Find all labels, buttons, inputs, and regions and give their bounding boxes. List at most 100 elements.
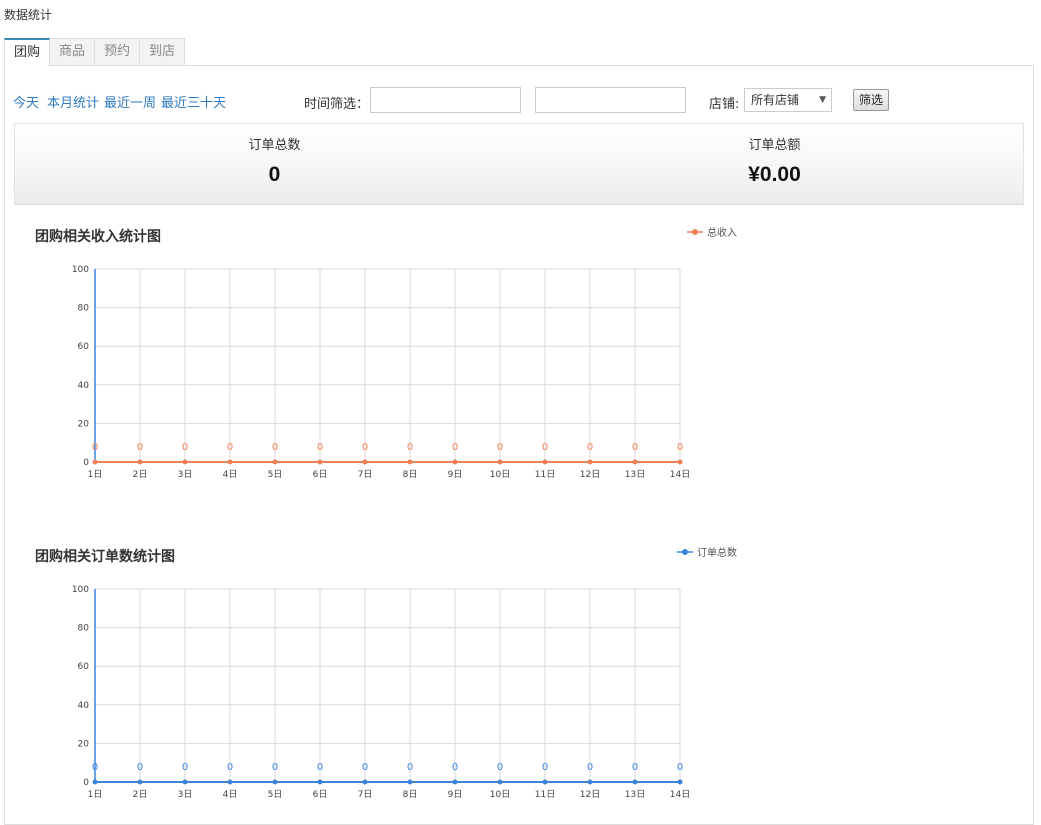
start-date-input[interactable] — [370, 87, 521, 113]
tab-group-buy[interactable]: 团购 — [4, 38, 51, 66]
y-tick-label: 100 — [72, 265, 89, 275]
data-point — [362, 779, 368, 785]
x-tick-label: 12日 — [580, 469, 600, 480]
y-tick-label: 20 — [78, 739, 90, 749]
filter-today-link[interactable]: 今天 — [13, 92, 39, 111]
data-point — [587, 779, 593, 785]
data-point — [497, 459, 503, 465]
data-label: 0 — [92, 762, 98, 773]
data-label: 0 — [497, 762, 503, 773]
x-tick-label: 8日 — [403, 469, 418, 480]
data-point — [92, 779, 98, 785]
data-label: 0 — [137, 442, 143, 453]
store-select[interactable]: 所有店铺 ▼ — [744, 88, 832, 112]
x-tick-label: 9日 — [448, 469, 463, 480]
data-label: 0 — [362, 442, 368, 453]
data-label: 0 — [137, 762, 143, 773]
order-amount-block: 订单总额 ¥0.00 — [522, 124, 1027, 187]
x-tick-label: 2日 — [133, 469, 148, 480]
order-count-value: 0 — [268, 163, 281, 186]
data-label: 0 — [317, 762, 323, 773]
chevron-down-icon: ▼ — [819, 95, 826, 105]
tab-in-store[interactable]: 到店 — [139, 38, 186, 65]
data-point — [407, 779, 413, 785]
y-tick-label: 40 — [78, 381, 90, 391]
filter-last-thirty-days-link[interactable]: 最近三十天 — [161, 92, 226, 111]
x-tick-label: 11日 — [535, 469, 555, 480]
y-tick-label: 80 — [78, 624, 90, 634]
line-legend-icon — [687, 228, 703, 235]
data-label: 0 — [407, 762, 413, 773]
x-tick-label: 10日 — [490, 469, 510, 480]
order-amount-label: 订单总额 — [748, 138, 801, 153]
data-point — [137, 779, 143, 785]
x-tick-label: 5日 — [268, 469, 283, 480]
data-point — [227, 459, 233, 465]
data-label: 0 — [182, 442, 188, 453]
data-label: 0 — [452, 762, 458, 773]
filter-last-week-link[interactable]: 最近一周 — [104, 92, 156, 111]
data-point — [92, 459, 98, 465]
data-point — [182, 779, 188, 785]
orders-chart-legend[interactable]: 订单总数 — [677, 544, 737, 559]
data-label: 0 — [92, 442, 98, 453]
filter-this-month-link[interactable]: 本月统计 — [47, 92, 99, 111]
x-tick-label: 14日 — [670, 789, 690, 800]
x-tick-label: 3日 — [178, 469, 193, 480]
data-point — [137, 459, 143, 465]
x-tick-label: 7日 — [358, 789, 373, 800]
x-tick-label: 13日 — [625, 469, 645, 480]
data-point — [317, 779, 323, 785]
orders-line-chart: 0 20 40 60 80 100 1日 2日 3日 4日 5日 6日 7日 8日 9日 10日 11日 12日 1… — [72, 585, 690, 800]
store-select-value: 所有店铺 — [751, 93, 800, 107]
data-point — [587, 459, 593, 465]
y-tick-label: 100 — [72, 585, 89, 595]
data-point — [452, 779, 458, 785]
orders-chart-title: 团购相关订单数统计图 — [35, 549, 175, 565]
data-label: 0 — [677, 442, 683, 453]
y-tick-label: 0 — [83, 778, 89, 788]
x-tick-label: 13日 — [625, 789, 645, 800]
tab-products[interactable]: 商品 — [49, 38, 96, 65]
data-label: 0 — [632, 762, 638, 773]
data-point — [407, 459, 413, 465]
x-tick-label: 8日 — [403, 789, 418, 800]
x-tick-label: 5日 — [268, 789, 283, 800]
x-tick-label: 6日 — [313, 789, 328, 800]
data-point — [317, 459, 323, 465]
data-label: 0 — [227, 442, 233, 453]
data-label: 0 — [317, 442, 323, 453]
tab-bar: 团购 商品 预约 到店 — [4, 38, 186, 66]
data-label: 0 — [227, 762, 233, 773]
x-tick-label: 4日 — [223, 469, 238, 480]
x-tick-label: 11日 — [535, 789, 555, 800]
store-label: 店铺: — [709, 97, 740, 112]
data-label: 0 — [587, 442, 593, 453]
y-tick-label: 80 — [78, 304, 90, 314]
filter-button[interactable]: 筛选 — [853, 89, 889, 111]
x-tick-label: 1日 — [88, 789, 103, 800]
y-tick-label: 40 — [78, 701, 90, 711]
x-tick-label: 10日 — [490, 789, 510, 800]
order-count-label: 订单总数 — [248, 138, 301, 153]
end-date-input[interactable] — [535, 87, 686, 113]
data-label: 0 — [587, 762, 593, 773]
data-label: 0 — [362, 762, 368, 773]
tab-reservation[interactable]: 预约 — [94, 38, 141, 65]
data-point — [632, 459, 638, 465]
x-tick-label: 12日 — [580, 789, 600, 800]
x-tick-label: 1日 — [88, 469, 103, 480]
data-label: 0 — [272, 442, 278, 453]
data-label: 0 — [542, 442, 548, 453]
income-chart-legend[interactable]: 总收入 — [687, 224, 737, 239]
line-legend-icon — [677, 548, 693, 555]
order-amount-value: ¥0.00 — [748, 163, 801, 186]
x-tick-label: 3日 — [178, 789, 193, 800]
income-line-chart: 0 20 40 60 80 100 1日 2日 3日 4日 5日 6日 7日 8日 9日 10日 11日 12日 1… — [72, 265, 690, 480]
y-tick-label: 0 — [83, 458, 89, 468]
x-tick-label: 14日 — [670, 469, 690, 480]
page-title: 数据统计 — [4, 8, 53, 22]
x-tick-label: 2日 — [133, 789, 148, 800]
y-tick-label: 20 — [78, 419, 90, 429]
data-label: 0 — [497, 442, 503, 453]
